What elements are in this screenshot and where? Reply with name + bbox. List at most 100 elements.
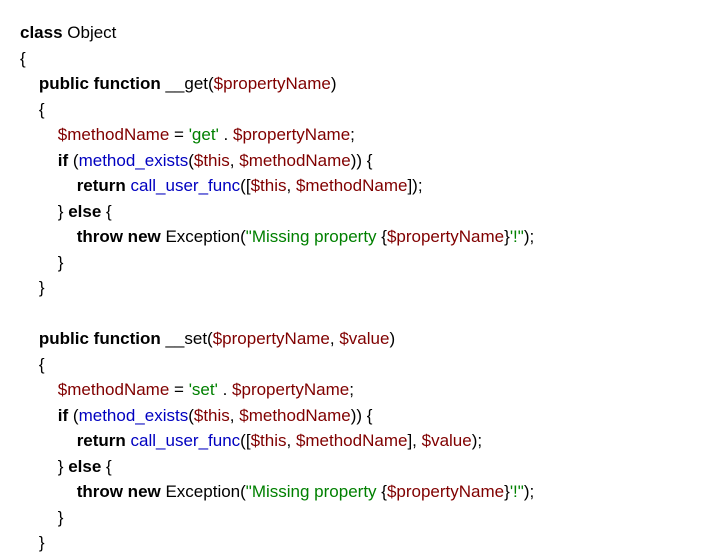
token-str: 'set' <box>189 380 218 399</box>
token-plain: ([ <box>240 176 250 195</box>
token-plain: )) { <box>351 406 373 425</box>
code-line: throw new Exception("Missing property {$… <box>20 479 700 505</box>
token-kw: throw new <box>77 482 161 501</box>
token-var: $methodName <box>58 125 170 144</box>
token-var: $this <box>194 151 230 170</box>
code-line: throw new Exception("Missing property {$… <box>20 224 700 250</box>
token-var: $this <box>251 431 287 450</box>
token-plain <box>20 227 77 246</box>
token-plain: ( <box>68 406 78 425</box>
token-plain: . <box>219 125 233 144</box>
token-plain: __get( <box>161 74 214 93</box>
token-plain <box>20 380 58 399</box>
code-line: { <box>20 352 700 378</box>
code-block: class Object{ public function __get($pro… <box>20 20 700 556</box>
token-kw: if <box>58 406 68 425</box>
token-plain: ]); <box>407 176 422 195</box>
token-plain: { <box>101 202 111 221</box>
token-str: "Missing property <box>246 227 381 246</box>
token-plain: , <box>230 151 239 170</box>
token-plain: ) <box>389 329 395 348</box>
token-plain <box>20 406 58 425</box>
token-plain: ([ <box>240 431 250 450</box>
token-plain: ], <box>407 431 421 450</box>
token-kw: else <box>68 202 101 221</box>
token-str: "Missing property <box>246 482 381 501</box>
token-plain: = <box>169 380 188 399</box>
token-plain: { <box>20 355 45 374</box>
token-plain: , <box>230 406 239 425</box>
code-line <box>20 301 700 327</box>
token-kw: public function <box>39 74 161 93</box>
token-plain: ); <box>524 482 534 501</box>
token-plain: , <box>286 176 295 195</box>
token-plain: . <box>218 380 232 399</box>
code-line: public function __set($propertyName, $va… <box>20 326 700 352</box>
token-plain: Exception( <box>161 227 246 246</box>
token-var: $value <box>339 329 389 348</box>
code-line: } <box>20 505 700 531</box>
token-var: $value <box>422 431 472 450</box>
token-plain: { <box>20 49 26 68</box>
token-plain: ); <box>472 431 482 450</box>
code-line: } else { <box>20 454 700 480</box>
code-line: public function __get($propertyName) <box>20 71 700 97</box>
token-var: $methodName <box>239 406 351 425</box>
code-line: { <box>20 97 700 123</box>
token-kw: else <box>68 457 101 476</box>
token-plain: ; <box>350 125 355 144</box>
code-line: $methodName = 'get' . $propertyName; <box>20 122 700 148</box>
code-line: return call_user_func([$this, $methodNam… <box>20 428 700 454</box>
token-kw: public function <box>39 329 161 348</box>
token-plain: ); <box>524 227 534 246</box>
token-var: $this <box>251 176 287 195</box>
token-var: $propertyName <box>214 74 331 93</box>
token-plain: } <box>20 533 45 552</box>
token-str: '!" <box>510 227 524 246</box>
token-fn: method_exists <box>79 151 189 170</box>
token-plain: )) { <box>351 151 373 170</box>
token-plain: } <box>20 278 45 297</box>
token-plain <box>20 151 58 170</box>
code-line: } <box>20 530 700 556</box>
token-var: $propertyName <box>387 227 504 246</box>
token-str: '!" <box>510 482 524 501</box>
code-line: if (method_exists($this, $methodName)) { <box>20 403 700 429</box>
token-fn: method_exists <box>79 406 189 425</box>
token-plain: = <box>169 125 188 144</box>
token-plain: } <box>20 508 63 527</box>
token-var: $propertyName <box>233 125 350 144</box>
token-plain: { <box>101 457 111 476</box>
token-var: $methodName <box>296 431 408 450</box>
code-line: } else { <box>20 199 700 225</box>
token-plain <box>20 482 77 501</box>
token-plain: ; <box>349 380 354 399</box>
code-line: $methodName = 'set' . $propertyName; <box>20 377 700 403</box>
token-kw: class <box>20 23 63 42</box>
token-plain: } <box>20 202 68 221</box>
token-plain: ) <box>331 74 337 93</box>
token-var: $methodName <box>239 151 351 170</box>
token-kw: return <box>77 176 126 195</box>
token-var: $propertyName <box>387 482 504 501</box>
token-plain: } <box>20 253 63 272</box>
token-kw: if <box>58 151 68 170</box>
token-var: $propertyName <box>232 380 349 399</box>
code-line: } <box>20 250 700 276</box>
token-plain: , <box>286 431 295 450</box>
token-var: $this <box>194 406 230 425</box>
code-line: } <box>20 275 700 301</box>
token-plain <box>20 74 39 93</box>
token-plain: } <box>20 457 68 476</box>
token-plain <box>20 125 58 144</box>
token-plain: , <box>330 329 339 348</box>
code-line: class Object <box>20 20 700 46</box>
token-plain <box>20 176 77 195</box>
token-fn: call_user_func <box>131 431 241 450</box>
token-fn: call_user_func <box>131 176 241 195</box>
token-plain: Object <box>63 23 117 42</box>
token-plain <box>20 329 39 348</box>
token-var: $methodName <box>296 176 408 195</box>
code-line: if (method_exists($this, $methodName)) { <box>20 148 700 174</box>
token-plain: Exception( <box>161 482 246 501</box>
